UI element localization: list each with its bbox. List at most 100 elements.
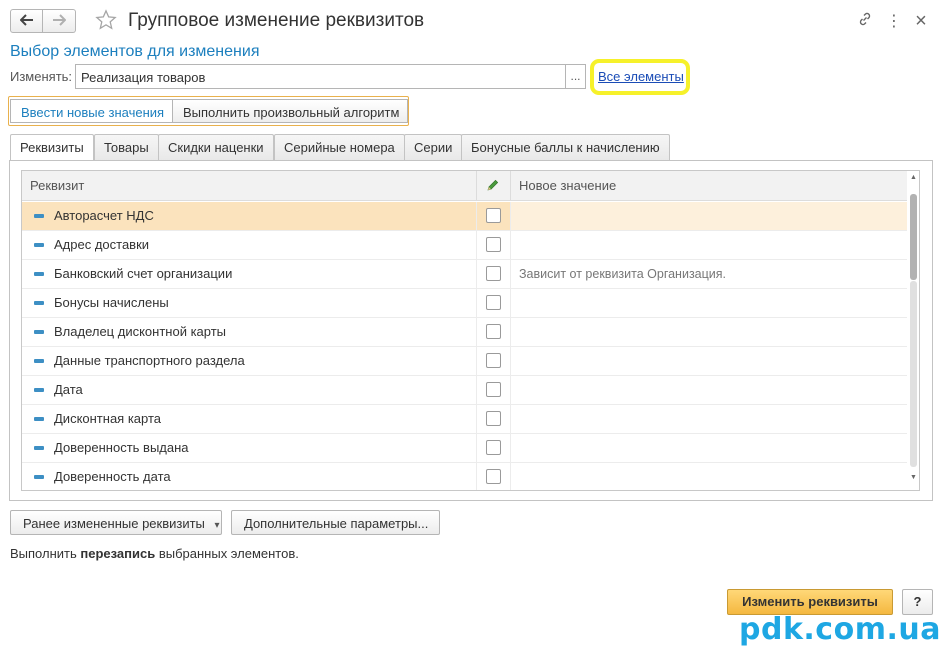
grid-row[interactable]: Адрес доставки: [22, 231, 907, 260]
back-button[interactable]: [10, 9, 43, 33]
edit-checkbox[interactable]: [486, 440, 501, 455]
attribute-label: Банковский счет организации: [54, 266, 233, 281]
tab-bonus-points[interactable]: Бонусные баллы к начислению: [461, 134, 670, 161]
attribute-icon: [34, 272, 44, 276]
new-value-cell[interactable]: [511, 289, 907, 317]
new-value-cell[interactable]: [511, 463, 907, 490]
operation-note: Выполнить перезапись выбранных элементов…: [10, 546, 299, 561]
dropdown-arrow-icon: ▾: [214, 520, 220, 531]
section-title: Выбор элементов для изменения: [10, 43, 260, 60]
note-text-bold: перезапись: [80, 546, 156, 561]
enter-new-values-button[interactable]: Ввести новые значения: [10, 99, 173, 123]
attribute-cell[interactable]: Авторасчет НДС: [22, 202, 477, 230]
window-title: Групповое изменение реквизитов: [128, 10, 425, 31]
select-button[interactable]: ...: [565, 64, 586, 89]
new-value-cell[interactable]: [511, 347, 907, 375]
attribute-cell[interactable]: Доверенность дата: [22, 463, 477, 490]
attribute-cell[interactable]: Дисконтная карта: [22, 405, 477, 433]
edit-cell: [477, 202, 511, 230]
link-button[interactable]: [855, 11, 875, 31]
edit-cell: [477, 434, 511, 462]
edit-checkbox[interactable]: [486, 266, 501, 281]
tab-series[interactable]: Серии: [404, 134, 463, 161]
all-elements-link[interactable]: Все элементы: [598, 69, 684, 84]
attribute-cell[interactable]: Данные транспортного раздела: [22, 347, 477, 375]
change-label: Изменять:: [10, 69, 73, 84]
edit-checkbox[interactable]: [486, 208, 501, 223]
new-value-cell[interactable]: [511, 231, 907, 259]
tab-attributes[interactable]: Реквизиты: [10, 134, 94, 162]
edit-checkbox[interactable]: [486, 469, 501, 484]
attribute-cell[interactable]: Банковский счет организации: [22, 260, 477, 288]
scrollbar-track[interactable]: [910, 281, 917, 467]
additional-parameters-button[interactable]: Дополнительные параметры...: [231, 510, 440, 535]
grid-row[interactable]: Дисконтная карта: [22, 405, 907, 434]
arrow-left-icon: [19, 13, 34, 29]
attribute-label: Доверенность дата: [54, 469, 171, 484]
scrollbar-thumb[interactable]: [910, 194, 917, 280]
attribute-icon: [34, 301, 44, 305]
column-header-new-value[interactable]: Новое значение: [511, 171, 907, 201]
edit-checkbox[interactable]: [486, 382, 501, 397]
new-value-cell[interactable]: [511, 376, 907, 404]
tab-goods[interactable]: Товары: [94, 134, 159, 161]
scroll-up-icon[interactable]: ▲: [909, 174, 918, 181]
attribute-label: Данные транспортного раздела: [54, 353, 245, 368]
new-value-cell[interactable]: [511, 318, 907, 346]
edit-checkbox[interactable]: [486, 324, 501, 339]
grid-row[interactable]: Доверенность дата: [22, 463, 907, 490]
forward-button[interactable]: [43, 9, 76, 33]
mode-switch: Ввести новые значения Выполнить произвол…: [8, 96, 409, 126]
attribute-label: Доверенность выдана: [54, 440, 189, 455]
more-button[interactable]: ⋮: [884, 11, 904, 31]
window-header: Групповое изменение реквизитов ⋮ ×: [0, 0, 951, 42]
grid-row[interactable]: Данные транспортного раздела: [22, 347, 907, 376]
new-value-cell[interactable]: [511, 202, 907, 230]
tab-serial-numbers[interactable]: Серийные номера: [274, 134, 405, 161]
attribute-icon: [34, 243, 44, 247]
grid-row[interactable]: Авторасчет НДС: [22, 202, 907, 231]
new-value-cell[interactable]: Зависит от реквизита Организация.: [511, 260, 907, 288]
tab-discounts[interactable]: Скидки наценки: [158, 134, 274, 161]
grid-row[interactable]: Владелец дисконтной карты: [22, 318, 907, 347]
change-field[interactable]: Реализация товаров: [75, 64, 567, 89]
edit-cell: [477, 463, 511, 490]
attribute-label: Адрес доставки: [54, 237, 150, 252]
edit-checkbox[interactable]: [486, 411, 501, 426]
attribute-cell[interactable]: Доверенность выдана: [22, 434, 477, 462]
favorite-button[interactable]: [93, 8, 119, 34]
edit-cell: [477, 260, 511, 288]
new-value-cell[interactable]: [511, 434, 907, 462]
edit-checkbox[interactable]: [486, 237, 501, 252]
scroll-down-icon[interactable]: ▼: [909, 474, 918, 481]
attribute-icon: [34, 214, 44, 218]
note-text-end: выбранных элементов.: [155, 546, 299, 561]
run-algorithm-button[interactable]: Выполнить произвольный алгоритм: [172, 99, 408, 123]
attribute-icon: [34, 359, 44, 363]
attribute-cell[interactable]: Адрес доставки: [22, 231, 477, 259]
grid-row[interactable]: Бонусы начислены: [22, 289, 907, 318]
grid-row[interactable]: Дата: [22, 376, 907, 405]
grid-scrollbar[interactable]: ▲ ▼: [907, 171, 919, 490]
attribute-icon: [34, 446, 44, 450]
attribute-icon: [34, 330, 44, 334]
attribute-cell[interactable]: Владелец дисконтной карты: [22, 318, 477, 346]
attribute-label: Бонусы начислены: [54, 295, 169, 310]
edit-checkbox[interactable]: [486, 353, 501, 368]
attribute-label: Авторасчет НДС: [54, 208, 154, 223]
new-value-cell[interactable]: [511, 405, 907, 433]
grid-row[interactable]: Доверенность выдана: [22, 434, 907, 463]
attribute-icon: [34, 388, 44, 392]
watermark: pdk.com.ua: [739, 612, 941, 647]
attribute-cell[interactable]: Дата: [22, 376, 477, 404]
column-header-attribute[interactable]: Реквизит: [22, 171, 477, 201]
link-icon: [857, 11, 873, 32]
grid-row[interactable]: Банковский счет организации Зависит от ре…: [22, 260, 907, 289]
previous-attributes-button[interactable]: Ранее измененные реквизиты ▾: [10, 510, 222, 535]
attribute-icon: [34, 475, 44, 479]
edit-checkbox[interactable]: [486, 295, 501, 310]
close-button[interactable]: ×: [911, 10, 931, 32]
attribute-cell[interactable]: Бонусы начислены: [22, 289, 477, 317]
edit-cell: [477, 347, 511, 375]
column-header-edit[interactable]: [477, 171, 511, 201]
